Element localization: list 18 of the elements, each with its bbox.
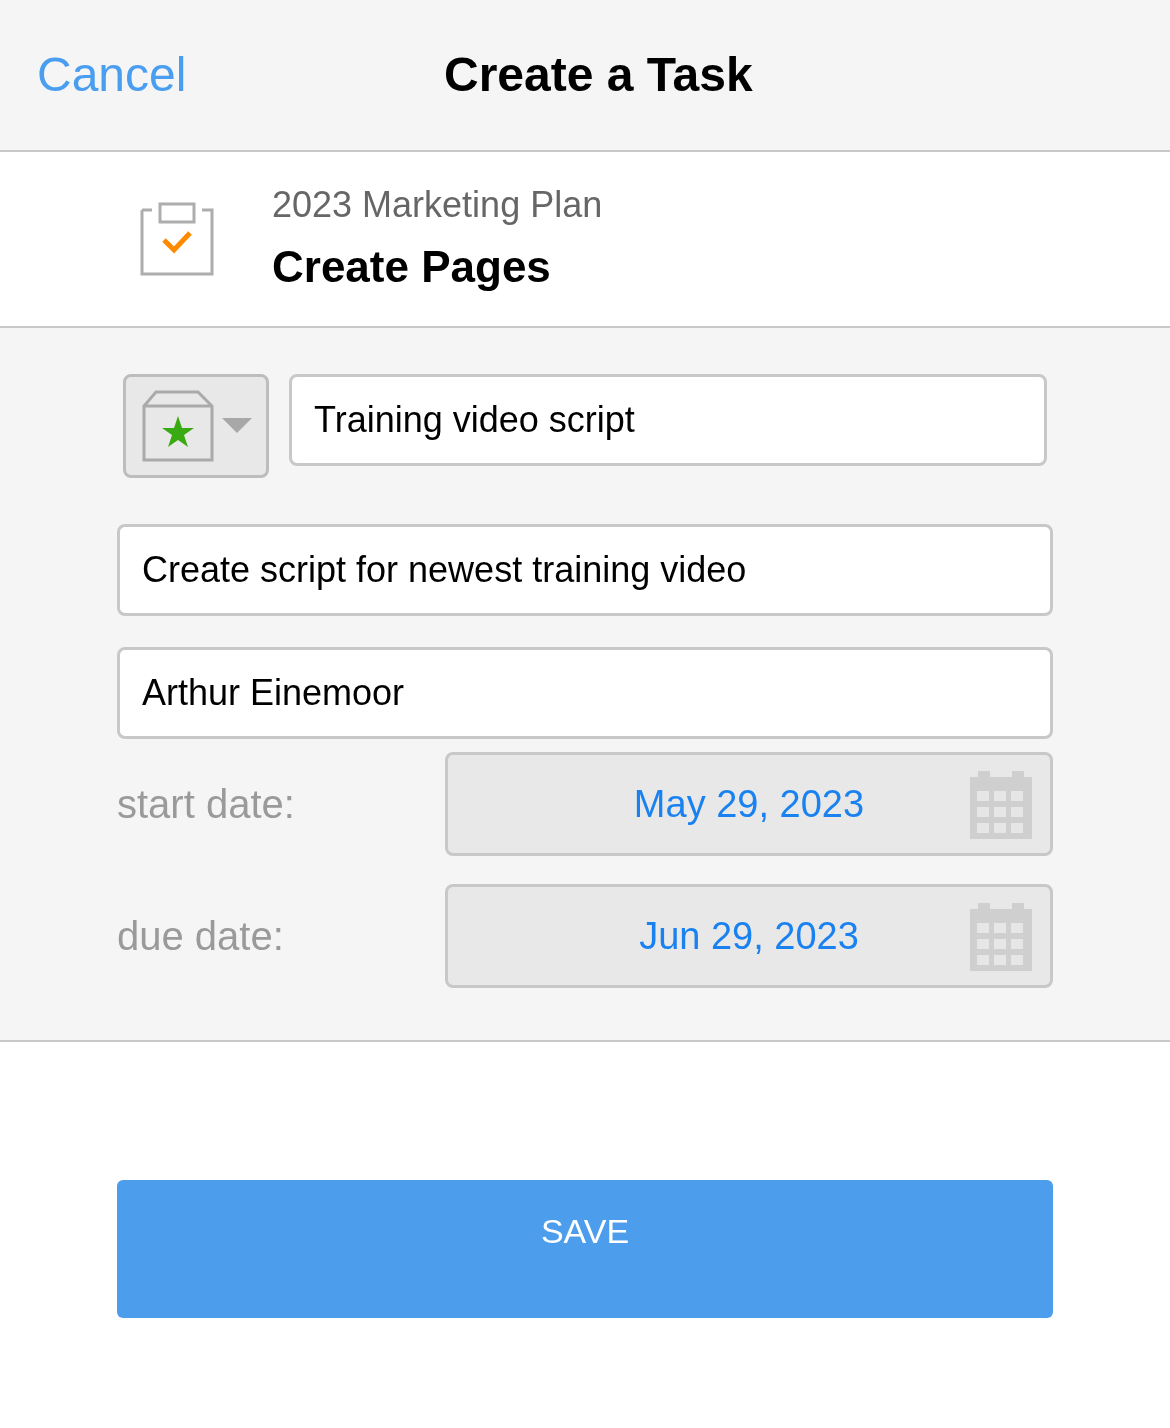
- caret-icon: [222, 418, 252, 434]
- save-button[interactable]: SAVE: [117, 1180, 1053, 1318]
- description-field[interactable]: Create script for newest training video: [117, 524, 1053, 616]
- date-picker[interactable]: Jun 29, 2023: [445, 884, 1053, 988]
- cancel-button[interactable]: Cancel: [37, 39, 187, 111]
- task-name: Create Pages: [272, 241, 552, 293]
- calendar-icon: [970, 903, 1032, 971]
- clipboard-check-icon: [140, 202, 214, 276]
- date-label: start date:: [117, 781, 296, 828]
- assignee-field[interactable]: Arthur Einemoor: [117, 647, 1053, 739]
- project-name: 2023 Marketing Plan: [272, 183, 603, 227]
- calendar-icon: [970, 771, 1032, 839]
- date-picker[interactable]: May 29, 2023: [445, 752, 1053, 856]
- box-star-icon: [142, 390, 214, 462]
- date-label: due date:: [117, 913, 285, 960]
- task-type-dropdown[interactable]: [123, 374, 269, 478]
- page-title: Create a Task: [444, 47, 753, 103]
- task-title-field[interactable]: Training video script: [289, 374, 1047, 466]
